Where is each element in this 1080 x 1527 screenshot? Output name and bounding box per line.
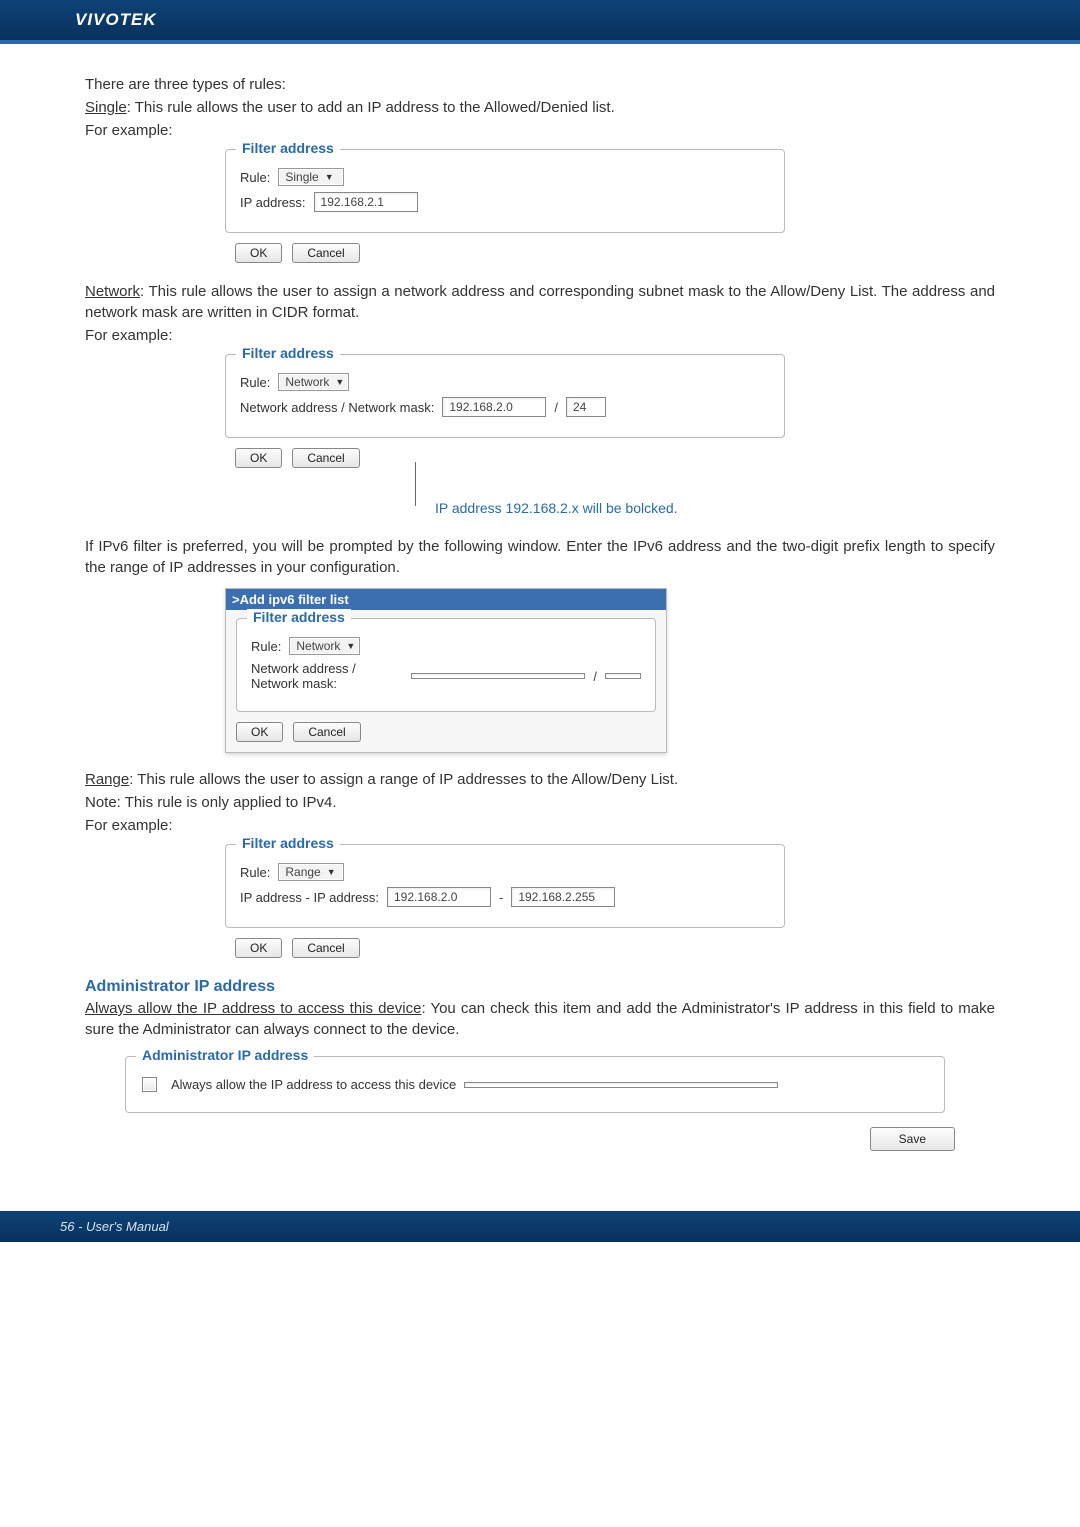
rule-select[interactable]: Network ▼ [289, 637, 360, 655]
ip-address-input[interactable]: 192.168.2.1 [314, 192, 418, 212]
admin-legend: Administrator IP address [136, 1047, 314, 1063]
intro-line: There are three types of rules: [85, 74, 995, 95]
mask-separator: / [593, 669, 597, 684]
rule-select[interactable]: Network ▼ [278, 373, 349, 391]
chevron-down-icon: ▼ [335, 377, 344, 387]
ok-button[interactable]: OK [236, 722, 283, 742]
network-addr-label: Network address / Network mask: [251, 661, 403, 691]
range-to-input[interactable]: 192.168.2.255 [511, 887, 615, 907]
range-addr-label: IP address - IP address: [240, 890, 379, 905]
filter-legend: Filter address [236, 140, 340, 156]
range-note: Note: This rule is only applied to IPv4. [85, 792, 995, 813]
rule-select[interactable]: Single ▼ [278, 168, 344, 186]
admin-ip-widget: Administrator IP address Always allow th… [125, 1056, 945, 1113]
rule-select-value: Network [296, 639, 340, 653]
ok-button[interactable]: OK [235, 448, 282, 468]
ip-address-label: IP address: [240, 195, 306, 210]
network-addr-label: Network address / Network mask: [240, 400, 434, 415]
rule-select-value: Single [285, 170, 318, 184]
admin-heading: Administrator IP address [85, 978, 995, 996]
callout-line [415, 462, 416, 506]
admin-ip-input[interactable] [464, 1082, 778, 1088]
always-allow-checkbox[interactable] [142, 1077, 157, 1092]
cancel-button[interactable]: Cancel [292, 448, 359, 468]
save-button[interactable]: Save [870, 1127, 955, 1151]
ok-button[interactable]: OK [235, 243, 282, 263]
network-def: : This rule allows the user to assign a … [85, 283, 995, 321]
ipv6-mask-input[interactable] [605, 673, 641, 679]
cancel-button[interactable]: Cancel [292, 938, 359, 958]
ipv6-dialog: >Add ipv6 filter list Filter address Rul… [225, 588, 667, 753]
rule-label: Rule: [240, 865, 270, 880]
single-def: : This rule allows the user to add an IP… [127, 99, 615, 116]
cancel-button[interactable]: Cancel [293, 722, 360, 742]
brand-header: VIVOTEK [0, 0, 1080, 40]
rule-label: Rule: [251, 639, 281, 654]
range-def: : This rule allows the user to assign a … [129, 771, 678, 788]
network-def-line: Network: This rule allows the user to as… [85, 281, 995, 323]
chevron-down-icon: ▼ [325, 172, 334, 182]
filter-legend: Filter address [236, 345, 340, 361]
filter-network-widget: Filter address Rule: Network ▼ Network a… [225, 354, 785, 468]
ipv6-addr-input[interactable] [411, 673, 585, 679]
single-label: Single [85, 99, 127, 116]
network-mask-input[interactable]: 24 [566, 397, 606, 417]
range-label: Range [85, 771, 129, 788]
callout-text: IP address 192.168.2.x will be bolcked. [435, 500, 678, 516]
filter-legend: Filter address [236, 835, 340, 851]
rule-select-value: Network [285, 375, 329, 389]
filter-fieldset: Filter address Rule: Network ▼ Network a… [236, 618, 656, 712]
rule-label: Rule: [240, 375, 270, 390]
filter-fieldset: Filter address Rule: Network ▼ Network a… [225, 354, 785, 438]
filter-fieldset: Filter address Rule: Range ▼ IP address … [225, 844, 785, 928]
for-example-2: For example: [85, 325, 995, 346]
ok-button[interactable]: OK [235, 938, 282, 958]
for-example-1: For example: [85, 120, 995, 141]
filter-fieldset: Filter address Rule: Single ▼ IP address… [225, 149, 785, 233]
chevron-down-icon: ▼ [346, 641, 355, 651]
for-example-3: For example: [85, 815, 995, 836]
mask-separator: / [554, 400, 558, 415]
header-separator [0, 40, 1080, 44]
range-def-line: Range: This rule allows the user to assi… [85, 769, 995, 790]
ipv6-intro: If IPv6 filter is preferred, you will be… [85, 536, 995, 578]
network-addr-input[interactable]: 192.168.2.0 [442, 397, 546, 417]
admin-fieldset: Administrator IP address Always allow th… [125, 1056, 945, 1113]
always-allow-label: Always allow the IP address to access th… [171, 1077, 456, 1092]
filter-range-widget: Filter address Rule: Range ▼ IP address … [225, 844, 785, 958]
network-callout: IP address 192.168.2.x will be bolcked. [225, 486, 785, 522]
filter-single-widget: Filter address Rule: Single ▼ IP address… [225, 149, 785, 263]
rule-select-value: Range [285, 865, 320, 879]
admin-lead: Always allow the IP address to access th… [85, 998, 995, 1040]
rule-label: Rule: [240, 170, 270, 185]
cancel-button[interactable]: Cancel [292, 243, 359, 263]
range-from-input[interactable]: 192.168.2.0 [387, 887, 491, 907]
filter-legend: Filter address [247, 609, 351, 625]
ipv6-banner: >Add ipv6 filter list [226, 589, 666, 610]
network-label: Network [85, 283, 140, 300]
range-separator: - [499, 890, 503, 905]
chevron-down-icon: ▼ [327, 867, 336, 877]
page-footer: 56 - User's Manual [0, 1211, 1080, 1242]
single-def-line: Single: This rule allows the user to add… [85, 97, 995, 118]
admin-lead-u: Always allow the IP address to access th… [85, 1000, 421, 1017]
rule-select[interactable]: Range ▼ [278, 863, 344, 881]
